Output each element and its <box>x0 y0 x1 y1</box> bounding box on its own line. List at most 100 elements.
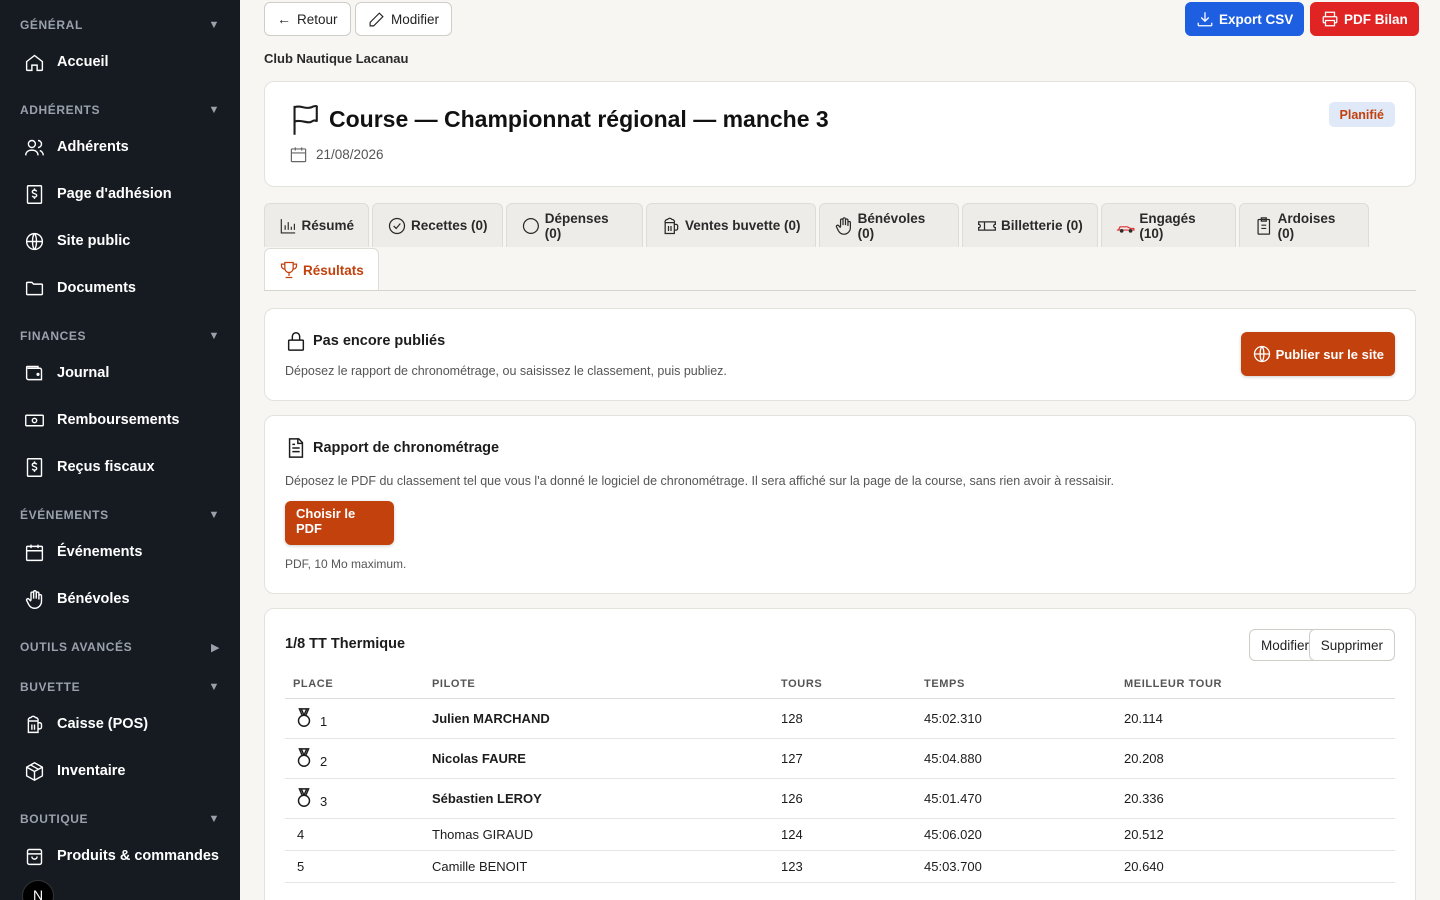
hand-icon <box>25 589 43 609</box>
arrow-left-icon: ← <box>277 11 291 27</box>
table-row: 5 Camille BENOIT 123 45:03.700 20.640 <box>285 850 1395 883</box>
table-row: 2 Nicolas FAURE 127 45:04.880 20.208 <box>285 738 1395 779</box>
beer-icon <box>27 715 43 733</box>
calendar-icon <box>25 544 44 561</box>
circle-icon <box>522 217 539 234</box>
ticket-icon <box>978 220 996 231</box>
flag-icon <box>293 105 318 135</box>
sidebar-item-adherents[interactable]: Adhérents <box>24 133 228 161</box>
report-title: Rapport de chronométrage <box>285 436 499 460</box>
chevron-down-icon: ▼ <box>208 509 220 521</box>
avatar[interactable]: N <box>22 880 54 900</box>
report-description: Déposez le PDF du classement tel que vou… <box>285 474 1114 488</box>
sidebar-item-remboursements[interactable]: Remboursements <box>24 406 228 434</box>
printer-icon <box>1322 11 1338 27</box>
bag-icon <box>26 848 43 865</box>
chart-icon <box>280 218 296 234</box>
export-csv-button[interactable]: Export CSV <box>1185 2 1305 36</box>
results-title: 1/8 TT Thermique <box>285 636 406 652</box>
club-name: Club Nautique Lacanau <box>264 51 409 66</box>
section-finances[interactable]: FINANCES ▼ <box>0 328 240 344</box>
chevron-down-icon: ▼ <box>208 813 220 825</box>
event-header-card: Course — Championnat régional — manche 3… <box>264 81 1416 187</box>
chevron-down-icon: ▼ <box>208 330 220 342</box>
status-badge: Planifié <box>1328 102 1395 127</box>
box-icon <box>25 761 44 781</box>
globe-icon <box>1253 345 1270 363</box>
page-title: Course — Championnat régional — manche 3 <box>329 105 829 132</box>
tab-resume[interactable]: Résumé <box>264 203 369 247</box>
sidebar: GÉNÉRAL ▼ Accueil ADHÉRENTS ▼ Adhérents Pa… <box>0 0 240 900</box>
col-meilleur-tour: MEILLEUR TOUR <box>1116 671 1395 699</box>
tab-resultats[interactable]: Résultats <box>264 248 379 291</box>
globe-icon <box>25 232 44 250</box>
col-place: PLACE <box>285 671 424 699</box>
tab-depenses[interactable]: Dépenses (0) <box>506 203 643 247</box>
chevron-down-icon: ▼ <box>208 104 220 116</box>
sidebar-item-documents[interactable]: Documents <box>24 274 228 302</box>
col-temps: TEMPS <box>916 671 1116 699</box>
sidebar-item-inventaire[interactable]: Inventaire <box>24 757 228 785</box>
medal-icon <box>297 788 311 807</box>
sidebar-item-benevoles[interactable]: Bénévoles <box>24 585 228 613</box>
lock-icon <box>287 332 305 351</box>
chevron-down-icon: ▼ <box>208 681 220 693</box>
section-buvette[interactable]: BUVETTE ▼ <box>0 679 240 695</box>
hand-icon <box>835 216 852 235</box>
publish-title: Pas encore publiés <box>285 329 445 353</box>
table-header-row: PLACE PILOTE TOURS TEMPS MEILLEUR TOUR <box>285 671 1395 699</box>
sidebar-item-produits[interactable]: Produits & commandes <box>24 842 228 870</box>
tab-ventes-buvette[interactable]: Ventes buvette (0) <box>646 203 816 247</box>
wallet-icon <box>25 365 43 380</box>
check-circle-icon <box>388 217 406 234</box>
main-content: ← Retour Modifier Export CSV PDF Bilan C… <box>240 0 1440 900</box>
tabs-divider <box>264 290 1416 291</box>
back-button[interactable]: ← Retour <box>264 2 351 36</box>
tab-benevoles[interactable]: Bénévoles (0) <box>819 203 959 247</box>
sidebar-item-recus-fiscaux[interactable]: Reçus fiscaux <box>24 453 228 481</box>
sidebar-item-journal[interactable]: Journal <box>24 359 228 387</box>
banknote-icon <box>25 414 44 426</box>
dollar-doc-icon <box>26 184 43 204</box>
medal-icon <box>297 748 311 767</box>
race-car-icon <box>1116 225 1135 233</box>
pencil-icon <box>369 11 384 26</box>
choose-pdf-button[interactable]: Choisir le PDF <box>285 501 394 545</box>
table-row: 4 Thomas GIRAUD 124 45:06.020 20.512 <box>285 818 1395 851</box>
home-icon <box>25 54 44 71</box>
section-general[interactable]: GÉNÉRAL ▼ <box>0 17 240 33</box>
results-delete-button[interactable]: Supprimer <box>1308 629 1395 661</box>
chevron-down-icon: ▼ <box>208 19 220 31</box>
section-evenements[interactable]: ÉVÉNEMENTS ▼ <box>0 507 240 523</box>
clipboard-icon <box>1257 216 1271 235</box>
event-title-row: Course — Championnat régional — manche 3 <box>289 102 829 136</box>
sidebar-item-accueil[interactable]: Accueil <box>24 48 228 76</box>
sidebar-item-evenements[interactable]: Événements <box>24 538 228 566</box>
trophy-icon <box>280 261 298 279</box>
sidebar-item-page-adhesion[interactable]: Page d'adhésion <box>24 180 228 208</box>
report-hint: PDF, 10 Mo maximum. <box>285 557 407 571</box>
sidebar-item-caisse[interactable]: Caisse (POS) <box>24 710 228 738</box>
publish-card: Pas encore publiés Déposez le rapport de… <box>264 308 1416 401</box>
table-row: 1 Julien MARCHAND 128 45:02.310 20.114 <box>285 698 1395 739</box>
medal-icon <box>297 708 311 727</box>
tab-billetterie[interactable]: Billetterie (0) <box>962 203 1098 247</box>
table-row: 3 Sébastien LEROY 126 45:01.470 20.336 <box>285 778 1395 819</box>
section-outils-avances[interactable]: OUTILS AVANCÉS ▶ <box>0 639 240 655</box>
edit-event-button[interactable]: Modifier <box>355 2 453 36</box>
tab-ardoises[interactable]: Ardoises (0) <box>1239 203 1369 247</box>
sidebar-item-site-public[interactable]: Site public <box>24 227 228 255</box>
dollar-doc-icon <box>26 457 43 477</box>
col-pilote: PILOTE <box>424 671 773 699</box>
section-adherents[interactable]: ADHÉRENTS ▼ <box>0 102 240 118</box>
tab-recettes[interactable]: Recettes (0) <box>372 203 503 247</box>
section-boutique[interactable]: BOUTIQUE ▼ <box>0 811 240 827</box>
document-icon <box>288 438 304 458</box>
folder-icon <box>25 281 44 295</box>
publish-button[interactable]: Publier sur le site <box>1240 332 1395 376</box>
report-card: Rapport de chronométrage Déposez le PDF … <box>264 415 1416 594</box>
calendar-icon <box>290 147 307 163</box>
tab-engages[interactable]: Engagés (10) <box>1101 203 1236 247</box>
event-date: 21/08/2026 <box>289 145 384 164</box>
pdf-bilan-button[interactable]: PDF Bilan <box>1310 2 1419 36</box>
